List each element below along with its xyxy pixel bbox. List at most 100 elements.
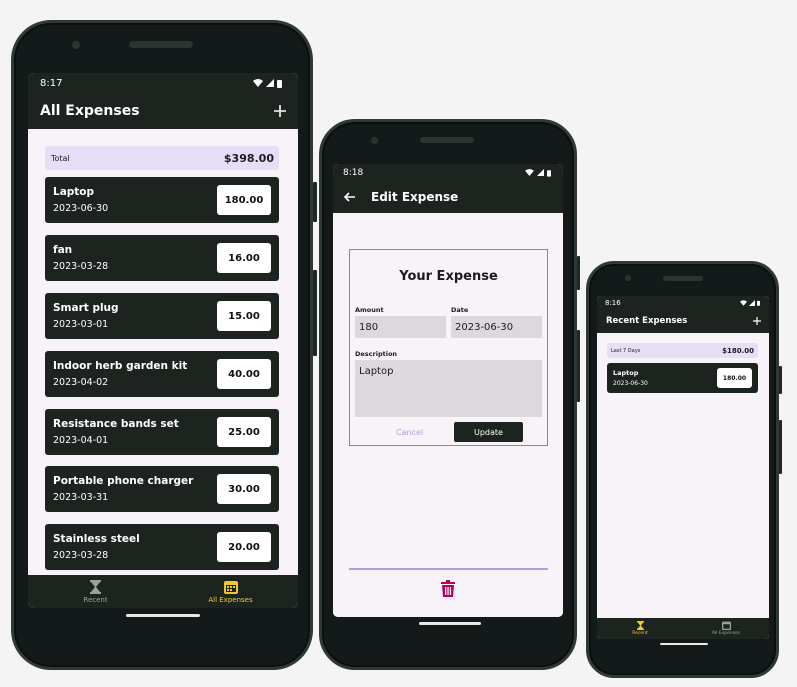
status-bar: 8:18 (333, 164, 563, 181)
page-title: Recent Expenses (606, 316, 688, 326)
volume-button (313, 182, 317, 222)
volume-button (577, 256, 580, 290)
expense-amount: 20.00 (217, 532, 271, 562)
expense-amount: 30.00 (217, 474, 271, 504)
expense-item[interactable]: Laptop 2023-06-30 180.00 (45, 177, 279, 223)
wifi-icon (253, 79, 263, 87)
content: Last 7 Days $180.00 Laptop 2023-06-30 18… (597, 333, 769, 618)
total-label: Last 7 Days (611, 347, 641, 354)
expense-title: Indoor herb garden kit (53, 360, 188, 372)
signal-icon (537, 169, 544, 176)
power-button (577, 330, 580, 402)
speaker-grille (663, 276, 703, 281)
status-icons (525, 169, 551, 177)
phone-edit-expense: 8:18 Edit Expense Your Expense Amount Da… (319, 119, 577, 670)
power-button (779, 420, 782, 474)
page-title: All Expenses (40, 103, 140, 119)
hourglass-icon (90, 579, 101, 594)
divider (349, 568, 548, 570)
nav-all-expenses-label: All Expenses (208, 595, 253, 604)
total-summary: Last 7 Days $180.00 (607, 343, 758, 358)
speaker-grille (420, 137, 474, 143)
expense-title: Portable phone charger (53, 475, 194, 487)
wifi-icon (740, 299, 747, 306)
total-summary: Total $398.00 (45, 146, 279, 170)
expense-title: Stainless steel (53, 533, 140, 545)
status-time: 8:16 (605, 298, 621, 307)
app-bar: Edit Expense (333, 181, 563, 213)
phone-all-expenses: 8:17 All Expenses Total $398.00 Laptop 2… (11, 20, 313, 670)
expense-item[interactable]: fan 2023-03-28 16.00 (45, 235, 279, 281)
app-bar: All Expenses (28, 93, 298, 129)
expense-item[interactable]: Laptop 2023-06-30 180.00 (607, 363, 758, 393)
front-camera (371, 137, 378, 144)
screen: 8:18 Edit Expense Your Expense Amount Da… (333, 164, 563, 617)
cancel-button[interactable]: Cancel (396, 428, 423, 437)
signal-icon (749, 299, 755, 306)
status-time: 8:17 (40, 77, 63, 89)
nav-recent-label: Recent (632, 631, 648, 636)
expense-title: Resistance bands set (53, 418, 179, 430)
nav-recent[interactable]: Recent (28, 575, 163, 608)
bottom-nav: Recent All Expenses (597, 618, 769, 639)
plus-icon[interactable] (274, 105, 286, 117)
date-input[interactable]: 2023-06-30 (451, 316, 542, 338)
battery-icon (757, 300, 760, 306)
expense-item[interactable]: Indoor herb garden kit 2023-04-02 40.00 (45, 351, 279, 397)
battery-icon (547, 169, 551, 177)
power-button (313, 270, 317, 356)
update-button[interactable]: Update (454, 422, 523, 442)
date-label: Date (451, 306, 469, 314)
description-label: Description (355, 350, 398, 358)
bottom-nav: Recent All Expenses (28, 575, 298, 608)
page-title: Edit Expense (371, 190, 459, 204)
total-label: Total (51, 153, 70, 163)
home-indicator[interactable] (660, 643, 708, 645)
nav-recent[interactable]: Recent (597, 618, 683, 639)
expense-item[interactable]: Portable phone charger 2023-03-31 30.00 (45, 466, 279, 512)
nav-all-expenses-label: All Expenses (711, 631, 741, 636)
expense-amount: 15.00 (217, 301, 271, 331)
nav-all-expenses[interactable]: All Expenses (683, 618, 769, 639)
trash-icon[interactable] (441, 580, 455, 597)
expense-title: fan (53, 244, 73, 256)
expense-date: 2023-04-01 (53, 435, 109, 446)
expense-item[interactable]: Smart plug 2023-03-01 15.00 (45, 293, 279, 339)
expense-form: Your Expense Amount Date 180 2023-06-30 … (349, 249, 548, 446)
nav-all-expenses[interactable]: All Expenses (163, 575, 298, 608)
expense-date: 2023-03-28 (53, 550, 109, 561)
front-camera (625, 275, 631, 281)
calendar-icon (721, 621, 731, 630)
app-bar: Recent Expenses (597, 309, 769, 333)
expense-amount: 25.00 (217, 417, 271, 447)
signal-icon (266, 79, 274, 87)
expense-title: Laptop (613, 369, 639, 377)
amount-input[interactable]: 180 (355, 316, 446, 338)
nav-recent-label: Recent (83, 595, 108, 604)
status-time: 8:18 (343, 167, 364, 178)
front-camera (72, 41, 80, 49)
expense-date: 2023-03-28 (53, 261, 109, 272)
home-indicator[interactable] (126, 614, 200, 617)
expense-item[interactable]: Resistance bands set 2023-04-01 25.00 (45, 409, 279, 455)
expense-date: 2023-06-30 (613, 380, 648, 387)
status-bar: 8:17 (28, 73, 298, 93)
home-indicator[interactable] (419, 622, 481, 625)
phone-recent-expenses: 8:16 Recent Expenses Last 7 Days $180.00… (586, 261, 779, 678)
expense-date: 2023-03-01 (53, 319, 109, 330)
expense-item[interactable]: Stainless steel 2023-03-28 20.00 (45, 524, 279, 570)
calendar-icon (223, 580, 238, 594)
expense-amount: 40.00 (217, 359, 271, 389)
wifi-icon (525, 169, 534, 176)
total-amount: $398.00 (223, 151, 274, 165)
amount-label: Amount (355, 306, 384, 314)
status-bar: 8:16 (597, 296, 769, 309)
content: Total $398.00 Laptop 2023-06-30 180.00 f… (28, 129, 298, 575)
plus-icon[interactable] (753, 317, 761, 325)
expense-title: Laptop (53, 186, 95, 198)
status-icons (740, 299, 760, 306)
description-input[interactable]: Laptop (355, 360, 542, 417)
arrow-left-icon[interactable] (343, 192, 355, 202)
status-icons (253, 79, 282, 88)
screen: 8:16 Recent Expenses Last 7 Days $180.00… (597, 296, 769, 639)
